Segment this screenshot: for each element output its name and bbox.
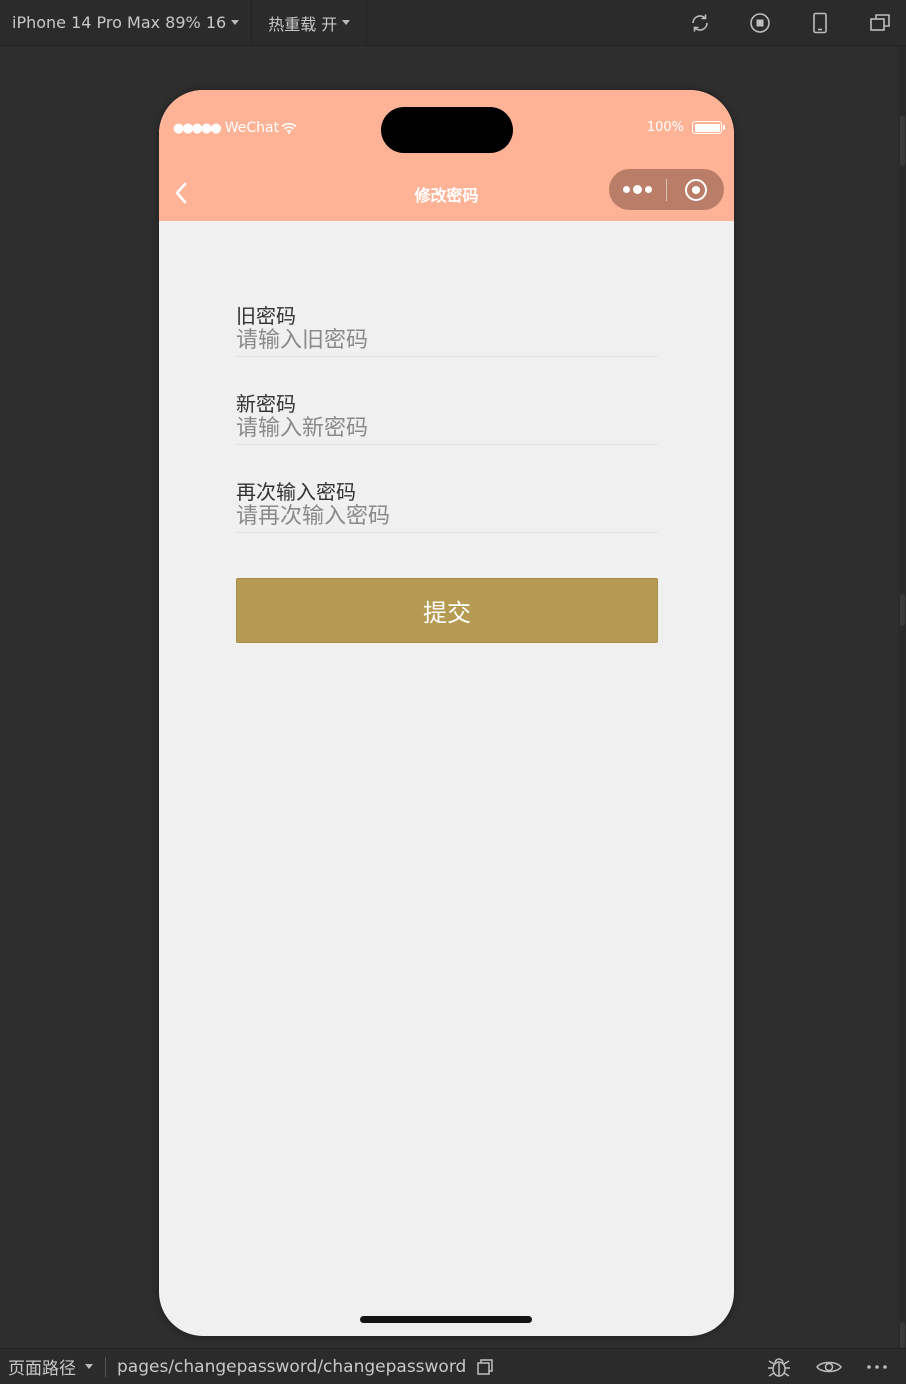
window-icon[interactable] (868, 11, 892, 35)
device-selector[interactable]: iPhone 14 Pro Max 89% 16 (0, 0, 253, 46)
simulator-toolbar: iPhone 14 Pro Max 89% 16 热重载 开 (0, 0, 906, 46)
stop-icon[interactable] (748, 11, 772, 35)
hot-reload-toggle[interactable]: 热重载 开 (252, 0, 368, 46)
bug-icon[interactable] (766, 1355, 792, 1379)
phone-icon[interactable] (808, 11, 832, 35)
battery-icon (692, 121, 725, 134)
target-icon[interactable] (667, 169, 724, 210)
status-carrier: ●●●●● WeChat (173, 120, 297, 136)
confirm-password-field: 再次输入密码 (236, 476, 658, 533)
new-password-field: 新密码 (236, 388, 658, 445)
caret-down-icon (85, 1364, 93, 1369)
scroll-rail[interactable] (898, 46, 906, 1348)
status-battery: 100% (646, 120, 725, 135)
page-path-selector[interactable]: 页面路径 (0, 1354, 93, 1379)
wifi-icon (281, 122, 297, 134)
refresh-icon[interactable] (688, 11, 712, 35)
caret-down-icon (231, 20, 240, 25)
dynamic-island (381, 107, 513, 153)
divider (105, 1356, 106, 1377)
eye-icon[interactable] (816, 1358, 842, 1376)
signal-dots-icon: ●●●●● (173, 120, 222, 136)
phone-header: ●●●●● WeChat 100% 修改密码 (159, 90, 734, 221)
old-password-field: 旧密码 (236, 300, 658, 357)
confirm-password-input[interactable] (236, 501, 658, 531)
page-path-label: 页面路径 (8, 1359, 76, 1379)
new-password-input[interactable] (236, 413, 658, 443)
device-label: iPhone 14 Pro Max 89% 16 (12, 13, 227, 32)
scroll-thumb[interactable] (900, 116, 905, 166)
copy-icon[interactable] (476, 1358, 494, 1376)
hot-reload-label: 热重载 开 (268, 14, 338, 34)
more-dots-icon[interactable] (609, 169, 666, 210)
phone-frame: ●●●●● WeChat 100% 修改密码 旧密码 新密码 再次输入密码 提交 (159, 90, 734, 1336)
battery-text: 100% (646, 120, 684, 135)
carrier-label: WeChat (224, 120, 280, 136)
scroll-thumb[interactable] (900, 1322, 905, 1348)
menu-capsule (609, 169, 724, 210)
scroll-thumb[interactable] (900, 594, 905, 626)
page-path: pages/changepassword/changepassword (117, 1356, 467, 1377)
submit-button[interactable]: 提交 (236, 578, 658, 643)
more-icon[interactable] (866, 1364, 888, 1370)
old-password-input[interactable] (236, 325, 658, 355)
page-path-bar: 页面路径 pages/changepassword/changepassword (0, 1348, 906, 1384)
caret-down-icon (342, 20, 351, 25)
home-indicator (360, 1316, 532, 1323)
